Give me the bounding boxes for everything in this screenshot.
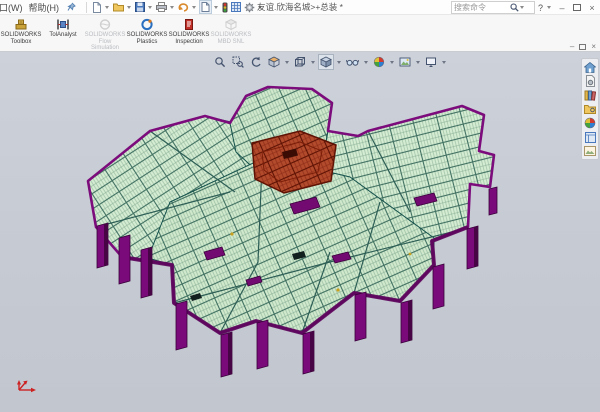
button-solidworks-plastics[interactable]: SOLIDWORKS Plastics	[127, 17, 167, 45]
previous-view-icon[interactable]	[248, 54, 264, 70]
search-input[interactable]	[454, 3, 510, 12]
help-dropdown[interactable]	[547, 6, 551, 9]
section-view-icon[interactable]	[266, 54, 282, 70]
flow-simulation-icon	[98, 18, 112, 31]
custom-properties-icon[interactable]	[584, 131, 596, 143]
tolanalyst-icon	[56, 18, 70, 31]
solidworks-resources-icon[interactable]	[584, 75, 596, 87]
titlebar-right: ? – ×	[451, 1, 598, 14]
home-icon[interactable]	[584, 61, 596, 73]
button-label: SOLIDWORKS Inspection	[169, 32, 210, 45]
undo-icon[interactable]	[177, 1, 190, 13]
doc-minimize-button[interactable]: –	[570, 42, 574, 51]
menu-help[interactable]: 帮助(H)	[29, 1, 60, 14]
print-dropdown[interactable]	[170, 6, 174, 9]
command-manager: SOLIDWORKS Toolbox TolAnalyst SOLIDWORKS…	[0, 15, 600, 52]
command-manager-row: SOLIDWORKS Toolbox TolAnalyst SOLIDWORKS…	[0, 15, 600, 52]
standard-toolbar	[91, 0, 264, 14]
open-dropdown[interactable]	[127, 6, 131, 9]
minimize-button[interactable]: –	[556, 2, 568, 14]
doc-restore-button[interactable]	[579, 44, 586, 50]
view-settings-dropdown[interactable]	[442, 61, 446, 64]
file-explorer-icon[interactable]	[584, 103, 596, 115]
save-dropdown[interactable]	[148, 6, 152, 9]
mbd-snl-icon	[224, 18, 238, 31]
edit-appearance-icon[interactable]	[371, 54, 387, 70]
display-style-icon[interactable]	[318, 54, 334, 70]
stair-core-red-block[interactable]	[252, 131, 336, 193]
button-label: SOLIDWORKS Plastics	[127, 32, 168, 45]
button-label: SOLIDWORKS MBD SNL	[211, 32, 252, 45]
headsup-view-toolbar	[212, 54, 447, 70]
undo-dropdown[interactable]	[192, 6, 196, 9]
print-icon[interactable]	[155, 1, 168, 13]
open-icon[interactable]	[112, 1, 125, 13]
view-settings-icon[interactable]	[423, 54, 439, 70]
button-label: SOLIDWORKS Toolbox	[1, 32, 42, 45]
pin-icon[interactable]	[67, 2, 76, 12]
document-window-controls: – ×	[570, 42, 596, 51]
toolbar-separator	[86, 2, 87, 13]
doc-close-button[interactable]: ×	[591, 42, 596, 51]
button-solidworks-flow-simulation: SOLIDWORKS Flow Simulation	[85, 17, 125, 52]
view-orientation-icon[interactable]	[292, 54, 308, 70]
button-solidworks-inspection[interactable]: SOLIDWORKS Inspection	[169, 17, 209, 45]
toolbox-icon	[14, 18, 28, 31]
settings-dropdown[interactable]	[258, 6, 262, 9]
hide-show-items-icon[interactable]	[344, 54, 361, 70]
menu-bar: 窗口(W) 帮助(H)	[0, 1, 91, 14]
task-pane	[581, 58, 599, 160]
zoom-to-area-icon[interactable]	[230, 54, 246, 70]
plastics-icon	[140, 18, 154, 31]
button-solidworks-toolbox[interactable]: SOLIDWORKS Toolbox	[1, 17, 41, 45]
graphics-area[interactable]	[0, 52, 600, 412]
solidworks-window: 窗口(W) 帮助(H)	[0, 0, 600, 412]
button-label: TolAnalyst	[49, 32, 76, 39]
close-button[interactable]: ×	[586, 2, 598, 14]
file-properties-icon[interactable]	[199, 0, 212, 14]
save-icon[interactable]	[134, 1, 146, 13]
edit-appearance-dropdown[interactable]	[390, 61, 394, 64]
display-style-dropdown[interactable]	[337, 61, 341, 64]
section-view-dropdown[interactable]	[285, 61, 289, 64]
inspection-icon	[182, 18, 196, 31]
button-solidworks-mbd-snl: SOLIDWORKS MBD SNL	[211, 17, 251, 45]
rebuild-traffic-light-icon[interactable]	[221, 1, 229, 13]
titlebar: 窗口(W) 帮助(H)	[0, 0, 600, 15]
apply-scene-dropdown[interactable]	[416, 61, 420, 64]
apply-scene-icon[interactable]	[397, 54, 413, 70]
search-dropdown[interactable]	[520, 6, 524, 9]
new-dropdown[interactable]	[105, 6, 109, 9]
origin-triad	[15, 378, 41, 396]
search-commands-box[interactable]	[451, 1, 535, 14]
appearances-scenes-icon[interactable]	[584, 117, 596, 129]
button-tolanalyst[interactable]: TolAnalyst	[43, 17, 83, 39]
view-orientation-dropdown[interactable]	[311, 61, 315, 64]
settings-gear-icon[interactable]	[243, 1, 256, 13]
search-icon	[510, 3, 519, 12]
hide-show-dropdown[interactable]	[364, 61, 368, 64]
help-button[interactable]: ?	[538, 3, 543, 13]
button-label: SOLIDWORKS Flow Simulation	[85, 32, 126, 52]
formwork-model[interactable]	[0, 52, 600, 412]
design-library-icon[interactable]	[584, 89, 596, 101]
menu-window[interactable]: 窗口(W)	[0, 1, 23, 14]
options-grid-icon[interactable]	[230, 1, 242, 13]
restore-button[interactable]	[573, 4, 581, 11]
view-palette-icon[interactable]	[584, 145, 596, 157]
file-properties-dropdown[interactable]	[214, 6, 218, 9]
zoom-to-fit-icon[interactable]	[212, 54, 228, 70]
new-document-icon[interactable]	[91, 1, 103, 13]
